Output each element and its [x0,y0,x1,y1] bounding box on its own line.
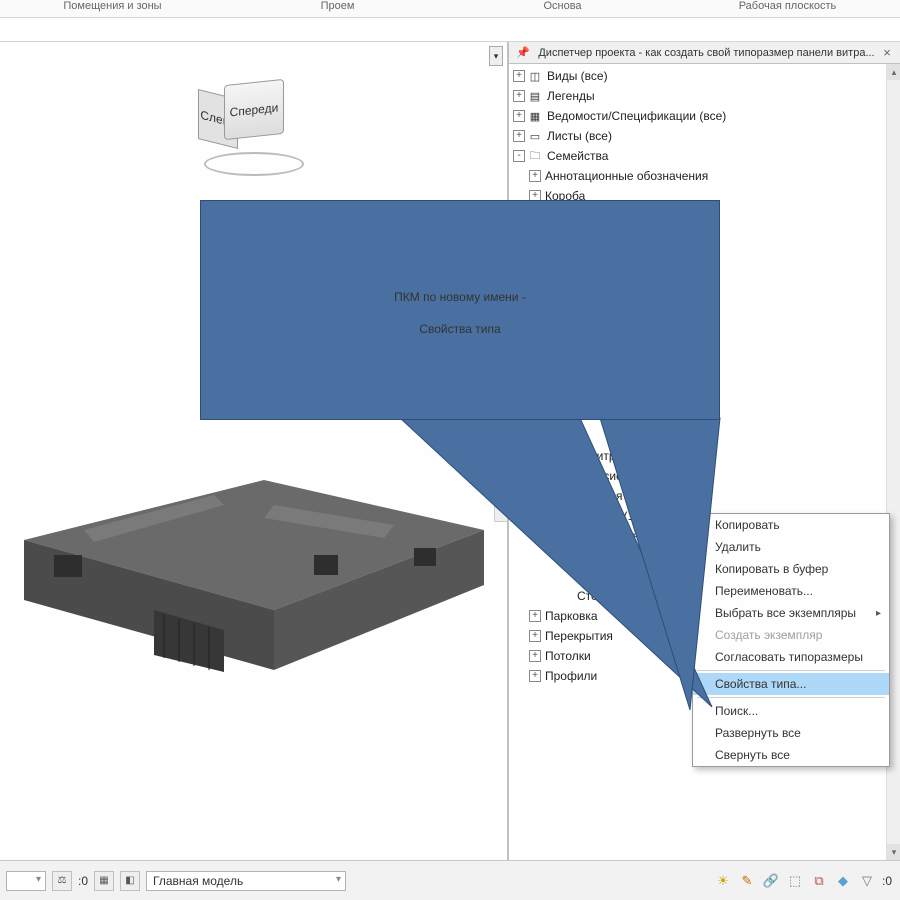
scale-icon[interactable]: ⚖ [52,871,72,891]
tree-row[interactable]: +◫Виды (все) [511,66,900,86]
visual-style-icon[interactable]: ◧ [120,871,140,891]
tree-node-label[interactable]: Листы (все) [545,128,614,144]
model-dropdown[interactable]: Главная модель [146,871,346,891]
ribbon-label: Основа [450,0,675,17]
tree-node-label[interactable]: Ведомости/Спецификации (все) [545,108,728,124]
select-icon[interactable]: ⬚ [786,872,804,890]
tag-icon[interactable]: ⧉ [810,872,828,890]
detail-level-icon[interactable]: ▦ [94,871,114,891]
collapse-icon[interactable]: - [513,150,525,162]
panel-titlebar[interactable]: 📌 Диспетчер проекта - как создать свой т… [509,42,900,64]
tree-node-icon: ▭ [527,128,543,144]
tree-node-label[interactable]: Виды (все) [545,68,610,84]
filter-icon[interactable]: ▽ [858,872,876,890]
expand-icon[interactable]: + [513,90,525,102]
ribbon-label: Проем [225,0,450,17]
tree-row[interactable]: +▤Легенды [511,86,900,106]
expand-icon[interactable]: + [513,110,525,122]
callout-text: ПКМ по новому имени -Свойства типа [364,278,556,342]
scale-value: :0 [78,874,88,888]
tree-node-icon: ▤ [527,88,543,104]
worksets-icon[interactable]: ☀ [714,872,732,890]
expand-icon[interactable]: + [529,170,541,182]
ribbon-label: Помещения и зоны [0,0,225,17]
highlight-icon[interactable]: ◆ [834,872,852,890]
expand-icon[interactable]: + [513,130,525,142]
panel-title-text: Диспетчер проекта - как создать свой тип… [538,47,874,59]
tree-row[interactable]: +▭Листы (все) [511,126,900,146]
ribbon-panel-labels: Помещения и зоны Проем Основа Рабочая пл… [0,0,900,18]
tree-node-icon: ▦ [527,108,543,124]
instruction-callout: ПКМ по новому имени -Свойства типа [200,200,720,420]
viewcube-compass[interactable] [204,152,304,176]
expand-icon[interactable]: + [513,70,525,82]
pin-icon[interactable]: 📌 [515,45,531,61]
sb-dropdown[interactable] [6,871,46,891]
viewport-dropdown-icon[interactable]: ▾ [489,46,503,66]
tree-node-label[interactable]: Аннотационные обозначения [543,168,710,184]
tree-row[interactable]: +Аннотационные обозначения [511,166,900,186]
design-options-icon[interactable]: ✎ [738,872,756,890]
tree-row[interactable]: +▦Ведомости/Спецификации (все) [511,106,900,126]
link-icon[interactable]: 🔗 [762,872,780,890]
tree-node-label[interactable]: Легенды [545,88,597,104]
ribbon-label: Рабочая плоскость [675,0,900,17]
tree-node-label[interactable]: Семейства [545,148,610,164]
tree-node-icon: ◫ [527,68,543,84]
filter-count: :0 [882,874,892,888]
view-cube[interactable]: Слева Спереди [194,72,314,182]
ribbon-gap [0,18,900,42]
tree-node-icon: 🗀 [527,148,543,164]
scroll-down-icon[interactable]: ▾ [887,844,900,860]
close-icon[interactable]: × [880,45,894,60]
status-bar: ⚖ :0 ▦ ◧ Главная модель ☀ ✎ 🔗 ⬚ ⧉ ◆ ▽ :0 [0,860,900,900]
tree-row[interactable]: -🗀Семейства [511,146,900,166]
scroll-up-icon[interactable]: ▴ [887,64,900,80]
viewcube-front-face[interactable]: Спереди [224,79,284,140]
